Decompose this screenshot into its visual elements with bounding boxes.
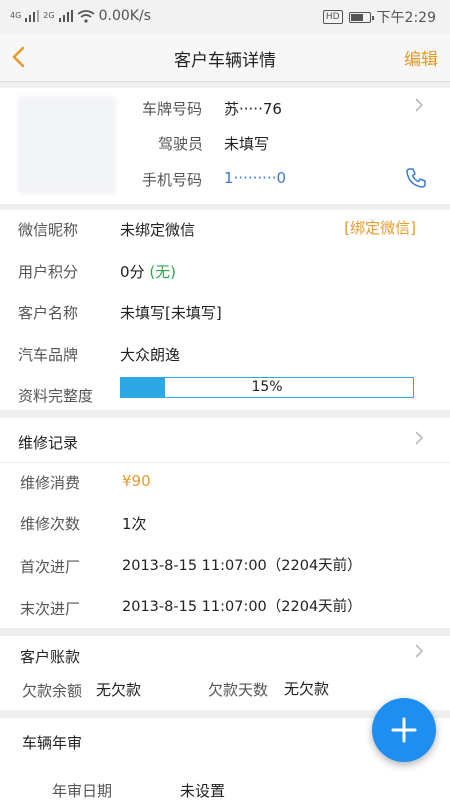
debt-days-value: 无欠款 — [284, 680, 330, 698]
status-bar: 4G 2G 0.00K/s HD 下午2:29 — [0, 0, 450, 34]
phone-icon[interactable] — [404, 166, 428, 190]
completeness-progress-bar: 15% — [120, 377, 414, 398]
edit-button[interactable]: 编辑 — [404, 45, 438, 70]
points-label: 用户积分 — [18, 263, 79, 281]
divider — [0, 462, 450, 463]
points-note: (无) — [149, 263, 177, 281]
wifi-icon — [77, 9, 95, 23]
progress-text: 15% — [251, 379, 283, 395]
chevron-right-icon[interactable] — [412, 431, 426, 445]
phone-value[interactable]: 1·········0 — [224, 169, 286, 187]
inspection-date-label: 年审日期 — [52, 782, 113, 800]
driver-value: 未填写 — [224, 135, 270, 153]
account-section-title[interactable]: 客户账款 — [20, 646, 80, 667]
page-title: 客户车辆详情 — [174, 51, 276, 71]
debt-days-label: 欠款天数 — [208, 681, 269, 699]
driver-label: 驾驶员 — [158, 135, 204, 153]
inspection-section-title: 车辆年审 — [22, 734, 83, 752]
hd-badge: HD — [322, 10, 343, 24]
plus-icon — [391, 717, 417, 743]
add-fab-button[interactable] — [372, 698, 436, 762]
brand-label: 汽车品牌 — [18, 346, 79, 364]
repair-section-title[interactable]: 维修记录 — [18, 432, 78, 453]
account-card: 客户账款 欠款余额 无欠款 欠款天数 无欠款 — [0, 636, 450, 710]
repair-count-value: 1次 — [122, 515, 147, 533]
inspection-date-value: 未设置 — [180, 782, 226, 800]
signal-4g-icon: 4G — [10, 11, 22, 20]
points-value: 0分 (无) — [120, 263, 177, 281]
repair-spend-value: ¥90 — [122, 472, 151, 490]
customer-name-label: 客户名称 — [18, 304, 79, 322]
phone-label: 手机号码 — [142, 171, 203, 189]
wechat-label: 微信昵称 — [18, 221, 79, 239]
repair-count-label: 维修次数 — [20, 515, 81, 533]
chevron-right-icon[interactable] — [412, 644, 426, 658]
plate-label: 车牌号码 — [142, 100, 203, 118]
chevron-right-icon — [415, 98, 424, 112]
wechat-value: 未绑定微信 — [120, 221, 196, 239]
vehicle-card[interactable]: 车牌号码 苏·····76 驾驶员 未填写 手机号码 1·········0 — [0, 88, 450, 204]
signal-bars-icon — [58, 10, 73, 22]
network-speed: 0.00K/s — [98, 8, 151, 24]
first-visit-value: 2013-8-15 11:07:00（2204天前） — [122, 558, 362, 574]
debt-balance-value: 无欠款 — [96, 681, 142, 699]
brand-value: 大众朗逸 — [120, 346, 181, 364]
first-visit-label: 首次进厂 — [20, 558, 81, 576]
last-visit-value: 2013-8-15 11:07:00（2204天前） — [122, 599, 362, 615]
plate-value: 苏·····76 — [224, 100, 282, 118]
debt-balance-label: 欠款余额 — [22, 682, 83, 700]
bind-wechat-link[interactable]: [绑定微信] — [344, 217, 416, 238]
signal-2g-icon: 2G — [43, 11, 55, 20]
signal-bars-icon — [25, 10, 40, 22]
repair-spend-label: 维修消费 — [20, 474, 81, 492]
nav-bar: 客户车辆详情 编辑 — [0, 34, 450, 82]
customer-name-value: 未填写[未填写] — [120, 304, 222, 322]
vehicle-photo — [18, 96, 116, 194]
battery-icon — [348, 11, 374, 23]
completeness-label: 资料完整度 — [18, 387, 94, 405]
last-visit-label: 末次进厂 — [20, 600, 81, 618]
repair-card: 维修记录 维修消费 ¥90 维修次数 1次 首次进厂 2013-8-15 11:… — [0, 418, 450, 628]
clock: 下午2:29 — [376, 10, 436, 26]
